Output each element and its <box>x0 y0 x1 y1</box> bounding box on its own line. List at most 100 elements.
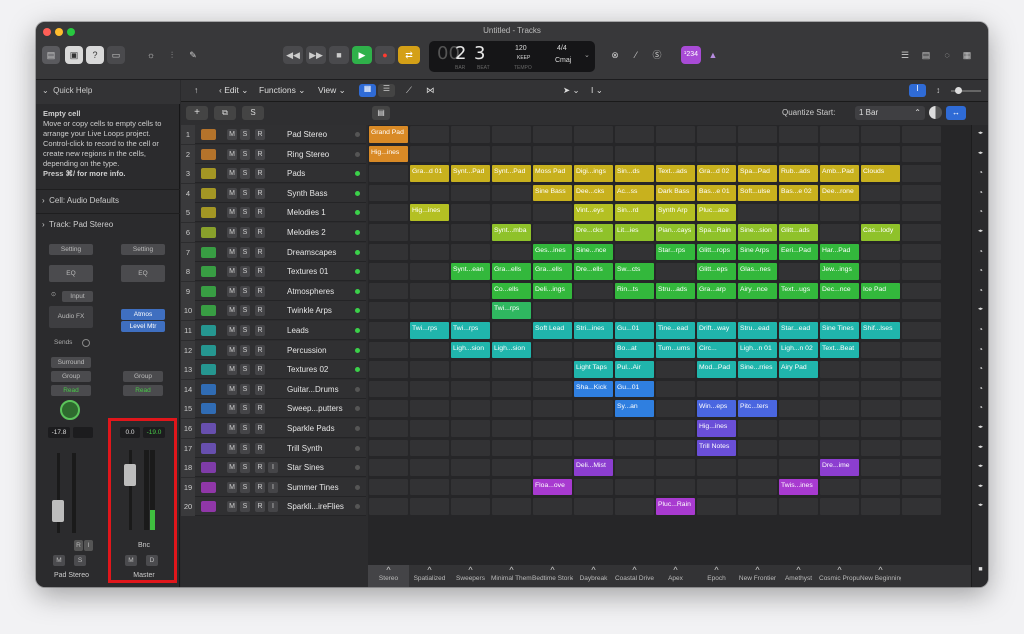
empty-cell[interactable] <box>697 302 736 319</box>
empty-cell[interactable] <box>902 165 941 182</box>
scene-trigger[interactable]: ^ New Frontier <box>737 565 778 587</box>
record-enable-button[interactable]: R <box>255 207 265 219</box>
empty-cell[interactable] <box>574 302 613 319</box>
empty-cell[interactable] <box>738 439 777 457</box>
mute-button[interactable]: M <box>227 246 237 258</box>
scene-trigger[interactable]: ^ Epoch <box>696 565 737 587</box>
empty-cell[interactable] <box>410 361 449 378</box>
loop-cell[interactable]: Ice Pad <box>861 282 900 300</box>
empty-cell[interactable] <box>820 380 859 398</box>
loop-cell[interactable]: Dre...ells <box>574 263 613 280</box>
loop-cell[interactable]: Drift...way <box>697 322 736 339</box>
empty-cell[interactable] <box>820 400 859 417</box>
empty-cell[interactable] <box>410 126 449 143</box>
empty-cell[interactable] <box>369 478 408 496</box>
edit-menu[interactable]: ‹ Edit ⌄ <box>219 85 248 96</box>
metronome-icon[interactable]: ▲ <box>704 46 722 64</box>
global-solo-button[interactable]: S <box>242 106 264 120</box>
empty-cell[interactable] <box>902 380 941 398</box>
track-row[interactable]: 19 M S R I Summer Tines <box>181 477 366 497</box>
note-pad-icon[interactable]: ▤ <box>917 46 935 64</box>
loop-cell[interactable]: Moss Pad <box>533 165 572 182</box>
loop-cell[interactable]: Gra...d 01 <box>410 165 449 182</box>
track-row[interactable]: 14 M S R Guitar...Drums <box>181 379 366 399</box>
track-name[interactable]: Ring Stereo <box>287 145 329 164</box>
empty-cell[interactable] <box>451 145 490 163</box>
empty-cell[interactable] <box>369 498 408 515</box>
empty-cell[interactable] <box>574 341 613 359</box>
loop-cell[interactable]: Ligh...n 01 <box>738 341 777 359</box>
solo-button[interactable]: S <box>240 246 250 258</box>
mute-button[interactable]: M <box>227 285 237 297</box>
empty-cell[interactable] <box>492 400 531 417</box>
empty-cell[interactable] <box>369 224 408 241</box>
empty-cell[interactable] <box>492 420 531 437</box>
empty-cell[interactable] <box>451 361 490 378</box>
empty-cell[interactable] <box>656 439 695 457</box>
empty-cell[interactable] <box>902 184 941 202</box>
empty-cell[interactable] <box>779 498 818 515</box>
solo-button[interactable]: S <box>240 462 250 474</box>
track-stop-icon[interactable]: ◔ <box>976 345 985 354</box>
add-track-button[interactable]: + <box>186 106 208 120</box>
empty-cell[interactable] <box>369 341 408 359</box>
loop-cell[interactable]: Sine Tines <box>820 322 859 339</box>
record-enable-button[interactable]: R <box>255 148 265 160</box>
empty-cell[interactable] <box>656 380 695 398</box>
track-stop-icon[interactable]: ◔ <box>976 286 985 295</box>
track-row[interactable]: 1 M S R Pad Stereo <box>181 125 366 144</box>
empty-cell[interactable] <box>492 204 531 221</box>
track-stop-icon[interactable]: ◔ <box>976 168 985 177</box>
track-stop-icon[interactable]: ◔ <box>976 384 985 393</box>
empty-cell[interactable] <box>615 420 654 437</box>
empty-cell[interactable] <box>656 459 695 476</box>
empty-cell[interactable] <box>861 341 900 359</box>
loop-cell[interactable]: Text...Beat <box>820 341 859 359</box>
quantize-select[interactable]: 1 Bar ⌃ <box>855 106 925 120</box>
track-row[interactable]: 8 M S R Textures 01 <box>181 262 366 282</box>
empty-cell[interactable] <box>738 302 777 319</box>
loop-cell[interactable]: Gu...01 <box>615 380 654 398</box>
track-stop-icon[interactable]: ◂▸ <box>976 443 985 452</box>
empty-cell[interactable] <box>492 145 531 163</box>
loop-cell[interactable]: Spa...Rain <box>697 224 736 241</box>
solo-button[interactable]: S <box>240 403 250 415</box>
track-stop-icon[interactable]: ◂▸ <box>976 423 985 432</box>
track-region-row[interactable]: › Track: Pad Stereo <box>36 213 180 237</box>
track-name[interactable]: Textures 02 <box>287 360 328 379</box>
empty-cell[interactable] <box>369 380 408 398</box>
loop-cell[interactable]: Ges...ines <box>533 243 572 261</box>
empty-cell[interactable] <box>410 184 449 202</box>
mute-button[interactable]: M <box>227 403 237 415</box>
loop-cell[interactable]: Dee...cks <box>574 184 613 202</box>
record-enable-button[interactable]: R <box>255 305 265 317</box>
loop-cell[interactable]: Sine...rries <box>738 361 777 378</box>
empty-cell[interactable] <box>533 380 572 398</box>
empty-cell[interactable] <box>779 204 818 221</box>
empty-cell[interactable] <box>574 145 613 163</box>
empty-cell[interactable] <box>410 400 449 417</box>
empty-cell[interactable] <box>902 204 941 221</box>
horizontal-zoom-icon[interactable]: ↔ <box>946 106 966 120</box>
empty-cell[interactable] <box>697 380 736 398</box>
loop-cell[interactable]: Dre...ime <box>820 459 859 476</box>
empty-cell[interactable] <box>451 224 490 241</box>
track-name[interactable]: Sparkle Pads <box>287 419 335 438</box>
empty-cell[interactable] <box>902 459 941 476</box>
loop-cell[interactable]: Twis...ines <box>779 478 818 496</box>
track-name[interactable]: Textures 01 <box>287 262 328 281</box>
loop-cell[interactable]: Jew...ings <box>820 263 859 280</box>
solo-button[interactable]: S <box>240 481 250 493</box>
record-enable-button[interactable]: R <box>255 364 265 376</box>
loop-cell[interactable]: Deli...Mist <box>574 459 613 476</box>
empty-cell[interactable] <box>574 478 613 496</box>
empty-cell[interactable] <box>861 380 900 398</box>
empty-cell[interactable] <box>492 184 531 202</box>
mute-button[interactable]: M <box>227 383 237 395</box>
empty-cell[interactable] <box>533 420 572 437</box>
rewind-icon[interactable]: ◀◀ <box>283 46 303 64</box>
mute-button[interactable]: M <box>227 266 237 278</box>
bounce-label[interactable]: Bnc <box>108 542 180 549</box>
solo-button[interactable]: S <box>240 325 250 336</box>
empty-cell[interactable] <box>492 361 531 378</box>
